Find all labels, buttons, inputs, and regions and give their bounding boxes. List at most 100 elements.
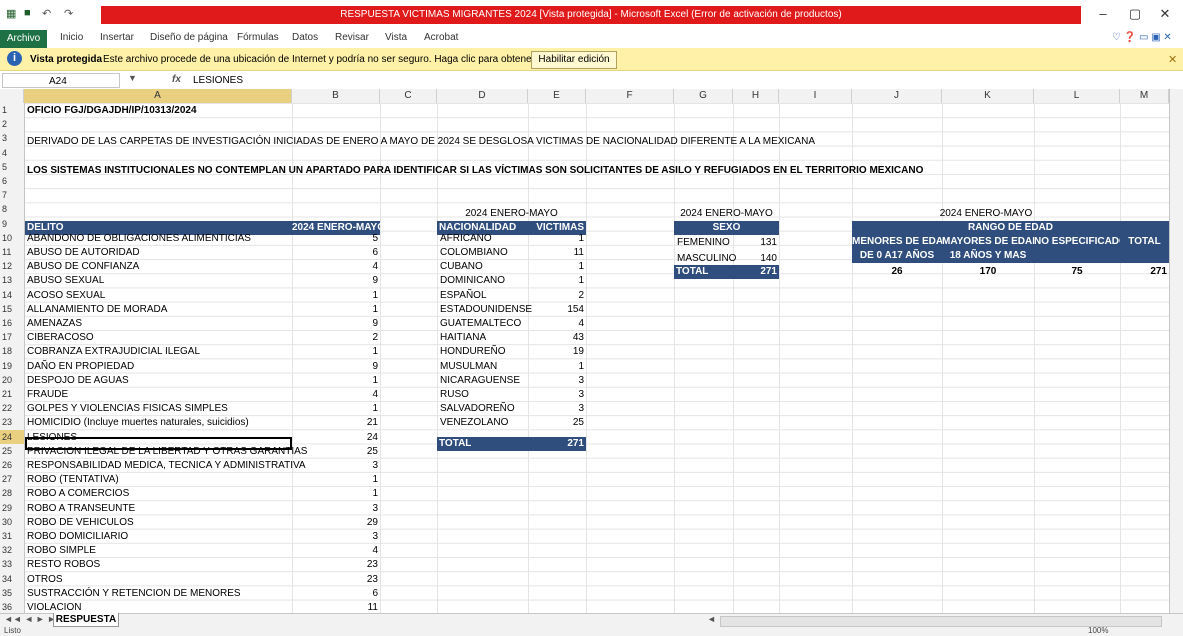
nacionalidad-value[interactable]: 1 [528, 232, 584, 246]
nacionalidad-value[interactable]: 3 [528, 388, 584, 402]
delito-value[interactable]: 9 [292, 274, 378, 288]
delito-value[interactable]: 5 [292, 232, 378, 246]
sexo-total-label[interactable]: TOTAL [674, 265, 733, 279]
delito-name[interactable]: ACOSO SEXUAL [27, 289, 105, 303]
delito-name[interactable]: ROBO SIMPLE [27, 544, 96, 558]
delito-value[interactable]: 3 [292, 530, 378, 544]
redo-icon[interactable]: ↷ [64, 7, 73, 20]
zoom-level[interactable]: 100% [1088, 626, 1108, 635]
delito-name[interactable]: COBRANZA EXTRAJUDICIAL ILEGAL [27, 345, 200, 359]
delito-name[interactable]: DAÑO EN PROPIEDAD [27, 360, 134, 374]
sexo-masculino-value[interactable]: 140 [733, 252, 777, 266]
formula-input[interactable]: LESIONES [193, 75, 243, 86]
sheet-tab-respuesta[interactable]: RESPUESTA [53, 613, 119, 627]
delito-value[interactable]: 4 [292, 388, 378, 402]
delito-value[interactable]: 3 [292, 502, 378, 516]
nacionalidad-name[interactable]: MUSULMAN [440, 360, 497, 374]
maximize-icon[interactable]: ▢ [1120, 6, 1150, 22]
delito-name[interactable]: GOLPES Y VIOLENCIAS FISICAS SIMPLES [27, 402, 228, 416]
sexo-header[interactable]: SEXO [674, 221, 779, 235]
cell-a1[interactable]: OFICIO FGJ/DGAJDH/IP/10313/2024 [27, 104, 197, 118]
delito-name[interactable]: ROBO DOMICILIARIO [27, 530, 128, 544]
edad-menores-sub[interactable]: DE 0 A17 AÑOS [852, 249, 942, 263]
sexo-femenino-label[interactable]: FEMENINO [677, 236, 730, 250]
nacionalidad-name[interactable]: CUBANO [440, 260, 483, 274]
period-label-sexo[interactable]: 2024 ENERO-MAYO [674, 207, 779, 221]
nacionalidad-value[interactable]: 19 [528, 345, 584, 359]
row-header[interactable]: 26 [0, 458, 24, 472]
protected-view-message[interactable]: Este archivo procede de una ubicación de… [103, 54, 597, 65]
help-icon[interactable]: ♡ ❓ ▭ ▣ ✕ [1112, 32, 1172, 43]
tab-acrobat[interactable]: Acrobat [424, 32, 458, 43]
col-c-header[interactable]: C [380, 89, 437, 103]
delito-name[interactable]: ALLANAMIENTO DE MORADA [27, 303, 167, 317]
row-header[interactable]: 28 [0, 486, 24, 500]
row-header[interactable]: 16 [0, 316, 24, 330]
nacionalidad-value[interactable]: 43 [528, 331, 584, 345]
sexo-masculino-label[interactable]: MASCULINO [677, 252, 736, 266]
nacionalidad-name[interactable]: AFRICANO [440, 232, 492, 246]
edad-menores-value[interactable]: 26 [852, 265, 942, 279]
delito-name[interactable]: ABANDONO DE OBLIGACIONES ALIMENTICIAS [27, 232, 251, 246]
delito-name[interactable]: ABUSO SEXUAL [27, 274, 104, 288]
delito-name[interactable]: RESTO ROBOS [27, 558, 100, 572]
col-h-header[interactable]: H [733, 89, 779, 103]
row-header[interactable]: 27 [0, 472, 24, 486]
delito-value[interactable]: 25 [292, 445, 378, 459]
row-header[interactable]: 18 [0, 344, 24, 358]
row-header[interactable]: 7 [0, 188, 24, 202]
delito-name[interactable]: ABUSO DE AUTORIDAD [27, 246, 140, 260]
row-header[interactable]: 10 [0, 231, 24, 245]
name-box[interactable]: A24 [2, 73, 120, 88]
delito-name[interactable]: CIBERACOSO [27, 331, 94, 345]
delito-value[interactable]: 29 [292, 516, 378, 530]
row-header[interactable]: 31 [0, 529, 24, 543]
delito-value[interactable]: 9 [292, 360, 378, 374]
nac-total-label[interactable]: TOTAL [437, 437, 528, 451]
edad-mayores-sub[interactable]: 18 AÑOS Y MAS [942, 249, 1034, 263]
row-header[interactable]: 3 [0, 131, 24, 145]
nacionalidad-name[interactable]: VENEZOLANO [440, 416, 508, 430]
delito-name[interactable]: OTROS [27, 573, 63, 587]
tab-diseno[interactable]: Diseño de página [150, 32, 228, 43]
edad-no-especificado-value[interactable]: 75 [1034, 265, 1120, 279]
delito-value[interactable]: 1 [292, 345, 378, 359]
nac-total-value[interactable]: 271 [528, 437, 586, 451]
close-bar-icon[interactable]: ✕ [1168, 53, 1177, 66]
row-header[interactable]: 25 [0, 444, 24, 458]
delito-value[interactable]: 24 [292, 431, 378, 445]
delito-name[interactable]: FRAUDE [27, 388, 68, 402]
delito-name[interactable]: DESPOJO DE AGUAS [27, 374, 129, 388]
nacionalidad-name[interactable]: DOMINICANO [440, 274, 505, 288]
edad-no-especificado-header[interactable]: NO ESPECIFICADO [1034, 235, 1127, 249]
col-g-header[interactable]: G [674, 89, 733, 103]
delito-name[interactable]: ABUSO DE CONFIANZA [27, 260, 139, 274]
nacionalidad-name[interactable]: ESPAÑOL [440, 289, 487, 303]
select-all-corner[interactable] [0, 89, 24, 103]
nacionalidad-value[interactable]: 154 [528, 303, 584, 317]
delito-value[interactable]: 6 [292, 246, 378, 260]
tab-archivo[interactable]: Archivo [0, 30, 47, 48]
close-icon[interactable]: ✕ [1150, 6, 1180, 22]
row-header[interactable]: 1 [0, 103, 24, 117]
delito-value[interactable]: 3 [292, 459, 378, 473]
row-header[interactable]: 5 [0, 160, 24, 174]
delito-name[interactable]: RESPONSABILIDAD MEDICA, TECNICA Y ADMINI… [27, 459, 306, 473]
nacionalidad-value[interactable]: 4 [528, 317, 584, 331]
nacionalidad-name[interactable]: SALVADOREÑO [440, 402, 515, 416]
row-header[interactable]: 19 [0, 359, 24, 373]
nacionalidad-value[interactable]: 1 [528, 260, 584, 274]
col-j-header[interactable]: J [852, 89, 942, 103]
row-header[interactable]: 21 [0, 387, 24, 401]
delito-value[interactable]: 1 [292, 289, 378, 303]
delito-value[interactable]: 1 [292, 487, 378, 501]
row-header[interactable]: 33 [0, 557, 24, 571]
row-header[interactable]: 24 [0, 429, 24, 444]
row-header[interactable]: 11 [0, 245, 24, 259]
enable-editing-button[interactable]: Habilitar edición [531, 51, 617, 69]
tab-vista[interactable]: Vista [385, 32, 407, 43]
col-i-header[interactable]: I [779, 89, 852, 103]
vertical-scrollbar[interactable] [1169, 89, 1183, 613]
nacionalidad-value[interactable]: 1 [528, 360, 584, 374]
row-header[interactable]: 14 [0, 288, 24, 302]
